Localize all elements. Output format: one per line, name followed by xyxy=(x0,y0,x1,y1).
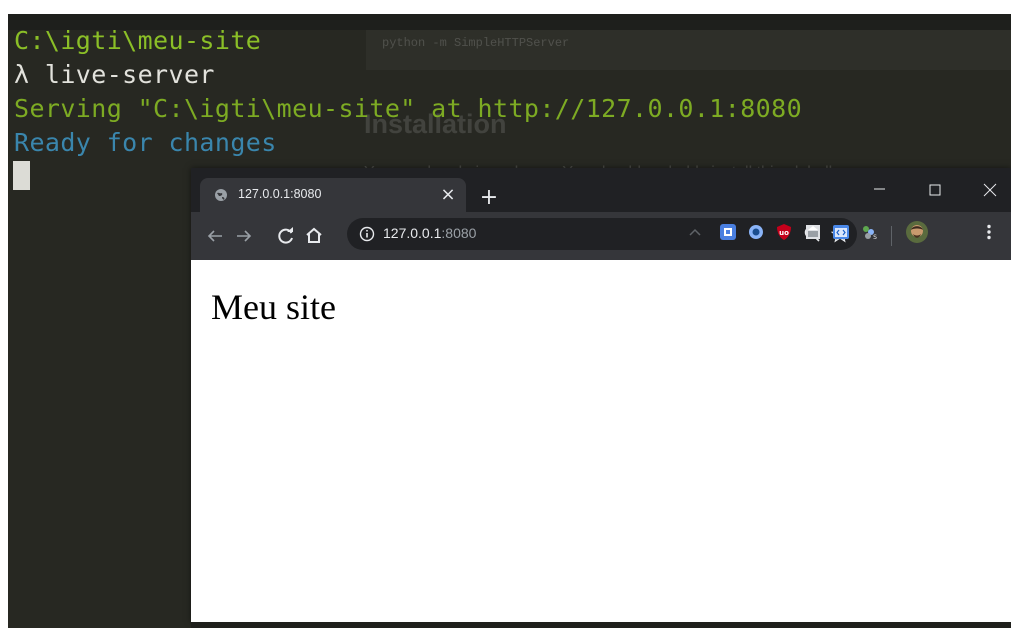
url-host: 127.0.0.1 xyxy=(383,225,442,241)
home-icon[interactable] xyxy=(302,224,326,248)
tab-title: 127.0.0.1:8080 xyxy=(238,187,322,201)
tab-strip: 127.0.0.1:8080 × + xyxy=(191,168,1011,212)
background-code: python -m SimpleHTTPServer xyxy=(382,36,570,50)
terminal-cursor[interactable] xyxy=(13,161,30,190)
tab-close-icon[interactable]: × xyxy=(438,185,458,205)
forward-arrow-icon[interactable] xyxy=(232,224,256,248)
page-content: Meu site xyxy=(191,260,1011,622)
svg-text:uo: uo xyxy=(779,229,789,237)
document-icon[interactable] xyxy=(803,222,823,242)
globe-icon xyxy=(215,189,227,201)
terminal-ready-line: Ready for changes xyxy=(14,128,277,157)
terminal-path-line: C:\igti\meu-site xyxy=(14,26,262,55)
minimize-icon[interactable] xyxy=(870,180,890,200)
terminal-command-line: λ live-server xyxy=(14,60,215,89)
bottom-strip xyxy=(191,622,1011,628)
back-arrow-icon[interactable] xyxy=(203,224,227,248)
circle-app-icon[interactable] xyxy=(746,222,766,242)
puzzle-icon[interactable]: S xyxy=(859,222,879,242)
reload-icon[interactable] xyxy=(274,224,298,248)
url-text: 127.0.0.1:8080 xyxy=(383,225,476,241)
browser-tab[interactable]: 127.0.0.1:8080 × xyxy=(200,178,466,212)
chevron-up-icon[interactable] xyxy=(685,222,705,242)
ublock-origin-icon[interactable]: uo xyxy=(774,222,794,242)
svg-text:S: S xyxy=(873,234,877,241)
info-icon[interactable] xyxy=(359,226,375,242)
new-tab-button[interactable]: + xyxy=(476,185,502,211)
url-port: :8080 xyxy=(441,225,477,241)
terminal-serving-line: Serving "C:\igti\meu-site" at http://127… xyxy=(14,94,803,123)
browser-toolbar: 127.0.0.1:8080 uo S xyxy=(191,212,1011,260)
browser-window: 127.0.0.1:8080 × + 127.0.0.1:8080 uo S M… xyxy=(191,168,1011,622)
maximize-icon[interactable] xyxy=(925,180,945,200)
toolbar-separator xyxy=(891,226,892,246)
calendar-icon[interactable] xyxy=(718,222,738,242)
code-tag-icon[interactable] xyxy=(831,222,851,242)
menu-dots-icon[interactable] xyxy=(979,222,999,242)
page-heading: Meu site xyxy=(211,287,336,327)
profile-avatar-icon[interactable] xyxy=(905,220,929,244)
close-window-icon[interactable] xyxy=(980,180,1000,200)
